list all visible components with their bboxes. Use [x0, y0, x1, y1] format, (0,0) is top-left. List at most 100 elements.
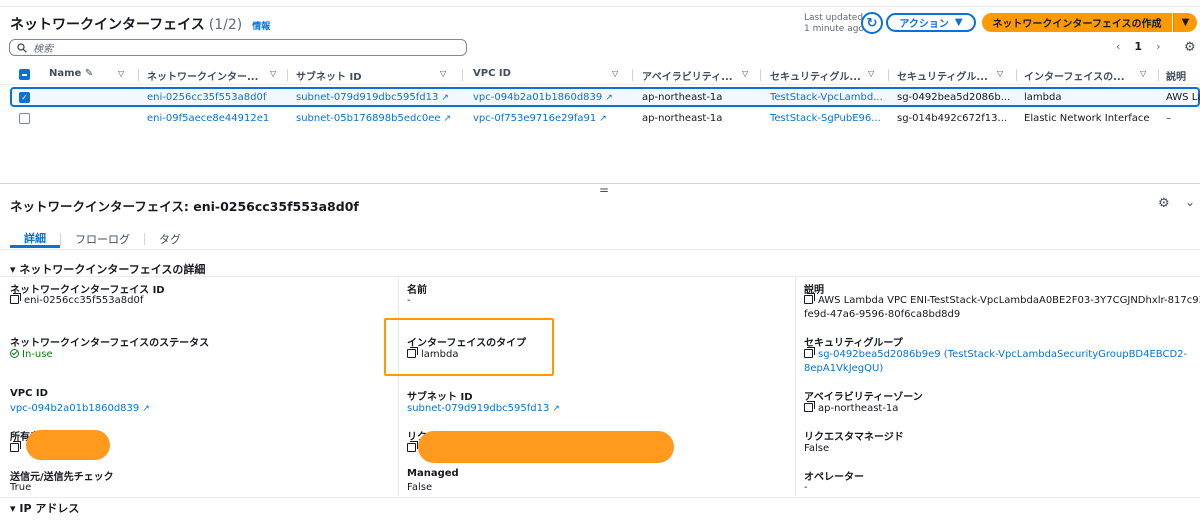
sg-name-link[interactable]: TestStack-VpcLambd... — [770, 92, 883, 103]
create-network-interface-button[interactable]: ネットワークインターフェイスの作成 — [982, 13, 1172, 32]
row-checkbox[interactable]: ✓ — [19, 92, 30, 103]
desc-cell: – — [1166, 113, 1171, 124]
sort-icon[interactable]: ▽ — [612, 69, 618, 78]
operator-value: - — [804, 482, 808, 493]
tab-details[interactable]: 詳細 — [10, 230, 60, 248]
table-header: Name ✎ ▽ ネットワークインター... ▽ サブネット ID ▽ VPC … — [0, 64, 1200, 85]
caret-down-icon: ▾ — [10, 263, 16, 276]
redaction-mark — [26, 430, 110, 460]
col-type[interactable]: インターフェイスの... — [1024, 68, 1125, 83]
table-row[interactable]: eni-09f5aece8e44912e1 subnet-05b176898b5… — [0, 109, 1200, 129]
details-tabs: 詳細 フローログ タグ — [10, 229, 195, 249]
security-group-label: セキュリティグループ — [804, 338, 903, 349]
vpc-id-link[interactable]: vpc-094b2a01b1860d839 ↗ — [10, 402, 150, 416]
redaction-mark — [418, 431, 674, 463]
managed-label: Managed — [407, 468, 459, 479]
type-cell: Elastic Network Interface — [1024, 113, 1150, 124]
chevron-down-icon[interactable]: ⌄ — [1185, 195, 1195, 209]
selection-count: (1/2) — [208, 17, 243, 33]
owner-value — [10, 441, 24, 456]
managed-value: False — [407, 482, 433, 493]
vpc-id-label: VPC ID — [10, 388, 48, 399]
last-updated: Last updated 1 minute ago — [804, 13, 864, 34]
copy-icon[interactable] — [804, 347, 815, 358]
col-eni[interactable]: ネットワークインター... — [147, 68, 258, 83]
copy-icon[interactable] — [10, 441, 21, 452]
copy-icon[interactable] — [407, 441, 418, 452]
vpc-link[interactable]: vpc-0f753e9716e29fa91 ↗ — [473, 113, 607, 124]
requester-managed-label: リクエスタマネージド — [804, 432, 904, 443]
copy-icon[interactable] — [804, 293, 815, 304]
info-link[interactable]: 情報 — [252, 19, 270, 32]
sort-icon[interactable]: ▽ — [742, 69, 748, 78]
search-icon — [17, 42, 27, 53]
next-page-button[interactable]: › — [1156, 40, 1160, 53]
status-label: ネットワークインターフェイスのステータス — [10, 338, 210, 349]
description-value-cont: fe9d-47a6-9596-80f6ca8bd8d9 — [804, 309, 961, 320]
copy-icon[interactable] — [10, 293, 21, 304]
top-border — [0, 6, 1200, 7]
col-sg-id[interactable]: セキュリティグル... — [897, 68, 988, 83]
subnet-id-link[interactable]: subnet-079d919dbc595fd13 ↗ — [407, 402, 560, 416]
refresh-icon: ↻ — [866, 15, 878, 31]
prev-page-button[interactable]: ‹ — [1116, 40, 1120, 53]
sort-icon[interactable]: ▽ — [118, 69, 124, 78]
table-row[interactable]: ✓ eni-0256cc35f553a8d0f subnet-079d919db… — [10, 87, 1200, 107]
copy-icon[interactable] — [804, 401, 815, 412]
description-value: AWS Lambda VPC ENI-TestStack-VpcLambdaA0… — [804, 293, 1200, 308]
actions-dropdown[interactable]: アクション ▼ — [886, 13, 976, 32]
operator-label: オペレーター — [804, 472, 864, 483]
search-input[interactable]: 検索 — [9, 39, 467, 56]
external-link-icon: ↗ — [599, 114, 607, 124]
caret-down-icon: ▼ — [1181, 17, 1190, 28]
details-section-header[interactable]: ▾ ネットワークインターフェイスの詳細 — [10, 261, 205, 277]
details-title: ネットワークインターフェイス: eni-0256cc35f553a8d0f — [10, 199, 359, 214]
pencil-icon: ✎ — [84, 68, 94, 79]
az-cell: ap-northeast-1a — [642, 113, 723, 124]
external-link-icon: ↗ — [552, 404, 560, 414]
sort-icon[interactable]: ▽ — [1140, 69, 1146, 78]
external-link-icon: ↗ — [142, 404, 150, 414]
ip-address-section-header[interactable]: ▾ IP アドレス — [10, 500, 79, 516]
pagination: ‹ 1 › — [1116, 40, 1160, 53]
col-sg-name[interactable]: セキュリティグル... — [770, 68, 861, 83]
row-checkbox[interactable] — [19, 113, 30, 124]
select-all-checkbox[interactable] — [19, 69, 30, 80]
eni-link[interactable]: eni-09f5aece8e44912e1 — [147, 113, 269, 124]
caret-down-icon: ▼ — [954, 17, 963, 28]
col-vpc[interactable]: VPC ID — [473, 68, 511, 79]
security-group-value-cont[interactable]: 8epA1VkJegQU) — [804, 362, 883, 376]
table-settings-gear-icon[interactable]: ⚙ — [1184, 40, 1196, 55]
create-dropdown-button[interactable]: ▼ — [1173, 13, 1197, 32]
col-subnet[interactable]: サブネット ID — [296, 68, 362, 83]
col-name[interactable]: Name ✎ — [49, 68, 93, 79]
tab-flow-logs[interactable]: フローログ — [61, 230, 144, 248]
page-header: ネットワークインターフェイス (1/2) 情報 — [10, 14, 270, 34]
sort-icon[interactable]: ▽ — [868, 69, 874, 78]
eni-id-value: eni-0256cc35f553a8d0f — [10, 293, 143, 308]
security-group-value[interactable]: sg-0492bea5d2086b9e9 (TestStack-VpcLambd… — [804, 347, 1187, 362]
name-value: - — [407, 295, 411, 306]
external-link-icon: ↗ — [443, 114, 452, 124]
col-az[interactable]: アベイラビリティ... — [642, 68, 733, 83]
refresh-button[interactable]: ↻ — [861, 12, 883, 34]
sort-icon[interactable]: ▽ — [997, 69, 1003, 78]
current-page[interactable]: 1 — [1134, 40, 1142, 53]
sort-icon[interactable]: ▽ — [270, 69, 276, 78]
eni-link[interactable]: eni-0256cc35f553a8d0f — [147, 92, 266, 103]
vpc-link[interactable]: vpc-094b2a01b1860d839 ↗ — [473, 92, 613, 103]
availability-zone-label: アベイラビリティーゾーン — [804, 392, 923, 403]
details-settings-gear-icon[interactable]: ⚙ — [1158, 196, 1170, 211]
sort-icon[interactable]: ▽ — [440, 69, 446, 78]
sg-name-link[interactable]: TestStack-SgPubE96... — [770, 113, 881, 124]
caret-down-icon: ▾ — [10, 502, 16, 515]
az-cell: ap-northeast-1a — [642, 92, 723, 103]
check-circle-icon — [10, 349, 19, 358]
source-dest-check-value: True — [10, 482, 32, 493]
tab-tags[interactable]: タグ — [145, 230, 195, 248]
external-link-icon: ↗ — [441, 93, 449, 103]
col-desc[interactable]: 説明 — [1166, 68, 1186, 83]
subnet-link[interactable]: subnet-05b176898b5edc0ee ↗ — [296, 113, 451, 124]
resize-handle-icon[interactable]: = — [599, 183, 609, 197]
subnet-link[interactable]: subnet-079d919dbc595fd13 ↗ — [296, 92, 449, 103]
